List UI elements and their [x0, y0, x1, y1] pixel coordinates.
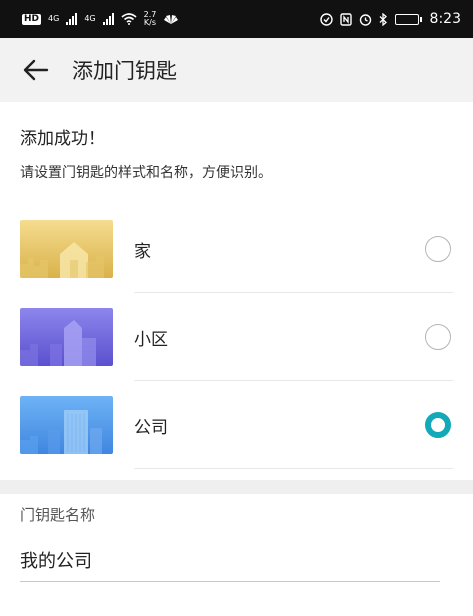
- nfc-icon: [339, 12, 352, 26]
- hd-badge: HD: [22, 13, 42, 25]
- bluetooth-icon: [379, 12, 387, 26]
- key-name-input[interactable]: [20, 538, 440, 582]
- status-left: HD 4G 4G 2.7 K/s: [22, 11, 179, 27]
- radio-company[interactable]: [425, 412, 451, 438]
- key-name-section: 门钥匙名称: [0, 494, 473, 616]
- style-option-home-label: 家: [134, 241, 151, 262]
- network-speed: 2.7 K/s: [144, 11, 157, 27]
- radio-home[interactable]: [425, 236, 451, 262]
- sync-icon: [319, 12, 333, 26]
- style-option-community-label: 小区: [134, 329, 168, 350]
- style-option-community[interactable]: 小区: [20, 293, 453, 381]
- key-name-label: 门钥匙名称: [20, 506, 96, 524]
- style-option-home[interactable]: 家: [20, 205, 453, 293]
- community-style-thumbnail: [20, 308, 113, 366]
- status-right: 8:23: [319, 11, 461, 27]
- home-style-thumbnail: [20, 220, 113, 278]
- success-title: 添加成功！: [20, 129, 105, 149]
- key-style-list: 家 小区 公司: [20, 205, 453, 469]
- hint-text: 请设置门钥匙的样式和名称，方便识别。: [20, 165, 272, 181]
- battery-icon: [394, 13, 422, 25]
- network-type-2: 4G: [84, 14, 96, 23]
- divider: [134, 468, 453, 469]
- signal-icon: [66, 13, 78, 25]
- huawei-logo-icon: [164, 15, 179, 24]
- signal-icon-2: [102, 13, 114, 25]
- arrow-left-icon: [23, 59, 49, 81]
- wifi-icon: [121, 13, 137, 25]
- main-content: 添加成功！ 请设置门钥匙的样式和名称，方便识别。 家 小区 公司: [0, 102, 473, 480]
- back-button[interactable]: [0, 38, 72, 102]
- clock: 8:23: [429, 11, 461, 27]
- app-header: 添加门钥匙: [0, 38, 473, 102]
- company-style-thumbnail: [20, 396, 113, 454]
- style-option-company-label: 公司: [134, 417, 168, 438]
- network-type-1: 4G: [48, 14, 60, 23]
- speed-unit: K/s: [143, 18, 157, 27]
- status-bar: HD 4G 4G 2.7 K/s 8:23: [0, 0, 473, 38]
- radio-community[interactable]: [425, 324, 451, 350]
- alarm-icon: [359, 13, 371, 26]
- section-gap: [0, 480, 473, 494]
- style-option-company[interactable]: 公司: [20, 381, 453, 469]
- page-title: 添加门钥匙: [72, 59, 177, 83]
